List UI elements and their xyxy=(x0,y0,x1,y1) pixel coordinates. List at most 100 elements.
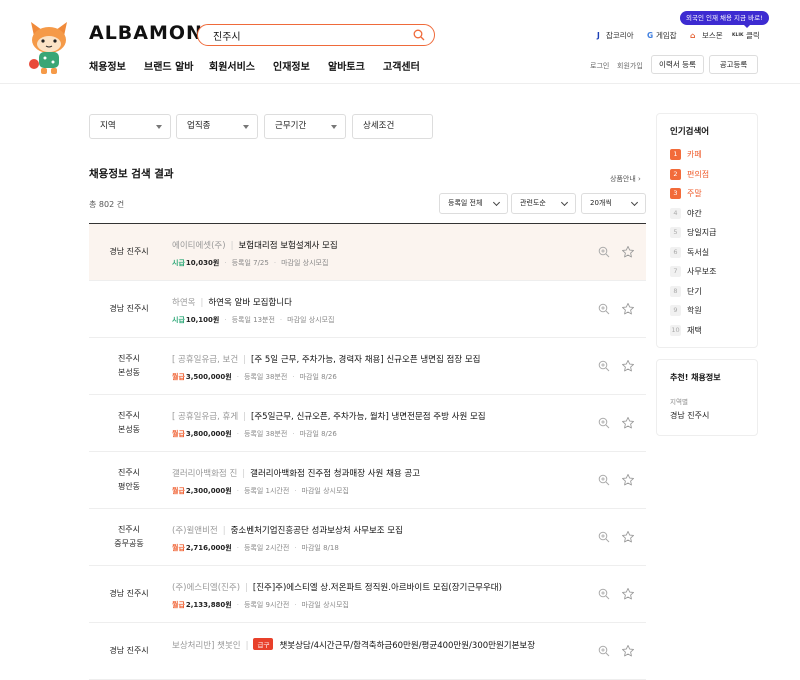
job-row[interactable]: 진주시 평안동 갤러리아백화점 진 | 갤러리아백화점 진주점 청과매장 사원 채용 … xyxy=(89,452,646,509)
star-icon[interactable] xyxy=(621,245,635,259)
recommend-region[interactable]: 경남 진주시 xyxy=(670,410,709,421)
popular-keyword[interactable]: 6 독서실 xyxy=(670,246,710,258)
popular-keyword[interactable]: 9 학원 xyxy=(670,305,702,316)
post-job-button[interactable]: 공고등록 xyxy=(709,55,758,74)
family-site-label: 보스몬 xyxy=(702,31,723,40)
zoom-in-icon[interactable] xyxy=(598,360,610,372)
job-row[interactable]: 경남 진주시 (주)에스티엘(진주) | [진주]주)에스티엘 상.저온파트 정직원.… xyxy=(89,566,646,623)
job-title[interactable]: 갤러리아백화점 진주점 청과매장 사원 채용 공고 xyxy=(250,469,420,479)
separator-dot: · xyxy=(294,487,297,495)
star-icon[interactable] xyxy=(621,359,635,373)
job-title[interactable]: [주5일근무, 신규오픈, 주차가능, 월차] 냉면전문점 주방 사원 모집 xyxy=(251,412,486,422)
pay-amount: 2,300,000원 xyxy=(185,487,232,495)
search-box[interactable] xyxy=(197,24,435,46)
job-company[interactable]: [ 공휴일유급, 보건 xyxy=(172,355,238,365)
filter-detail[interactable]: 상세조건 xyxy=(352,114,433,139)
search-icon[interactable] xyxy=(413,29,425,41)
job-title[interactable]: [주 5일 근무, 주차가능, 경력자 채용] 신규오픈 냉면집 점장 모집 xyxy=(251,355,480,365)
separator-dot: · xyxy=(292,373,295,381)
resume-register-button[interactable]: 이력서 등록 xyxy=(651,55,704,74)
popular-keyword[interactable]: 2 편의점 xyxy=(670,168,709,180)
family-site-bosson[interactable]: ⌂ 보스몬 xyxy=(690,30,723,41)
popular-keyword[interactable]: 5 당일지급 xyxy=(670,227,716,238)
popular-keyword[interactable]: 8 단기 xyxy=(670,285,702,297)
zoom-in-icon[interactable] xyxy=(598,417,610,429)
job-title[interactable]: [진주]주)에스티엘 상.저온파트 정직원.아르바이트 모집(장기근무우대) xyxy=(253,583,502,593)
star-icon[interactable] xyxy=(621,530,635,544)
separator-dot: · xyxy=(294,601,297,609)
foreign-hire-badge[interactable]: 외국인 인재 채용 지금 바로! xyxy=(680,11,769,28)
sort-page-size[interactable]: 20개씩 xyxy=(581,193,646,214)
separator-dot: · xyxy=(292,430,295,438)
star-icon[interactable] xyxy=(621,416,635,430)
keyword-label: 독서실 xyxy=(687,247,710,257)
popular-keyword[interactable]: 4 야간 xyxy=(670,207,702,219)
job-row[interactable]: 경남 진주시 하연옥 | 하연옥 알바 모집합니다 시급10,100원 · 등록일 13분전… xyxy=(89,281,646,338)
job-row[interactable]: 진주시 중무공동 (주)윌앤비전 | 중소벤처기업진흥공단 성과보상처 사무보조 모집… xyxy=(89,509,646,566)
recommend-title: 추천! 채용정보 xyxy=(670,373,721,382)
family-site-gamejob[interactable]: G 게임잡 xyxy=(647,30,677,41)
job-title[interactable]: 보험대리점 보험설계사 모집 xyxy=(238,241,337,251)
popular-keywords-panel: 인기검색어 1 카페 2 편의점 3 주말 4 야간 5 당일지급 6 독서실 7 사무보조 8 단기 9 학원 1… xyxy=(656,113,758,348)
job-company[interactable]: 보상처리반] 챗봇인 xyxy=(172,641,241,651)
separator-dot: · xyxy=(236,487,239,495)
job-company[interactable]: 갤러리아백화점 진 xyxy=(172,469,237,479)
job-row[interactable]: 경남 진주시 에이티에셋(주) | 보험대리점 보험설계사 모집 시급10,030원 · 등… xyxy=(89,224,646,281)
nav-item-brand[interactable]: 브랜드 알바 xyxy=(144,58,193,73)
login-link[interactable]: 로그인 xyxy=(590,61,609,71)
separator-dot: · xyxy=(236,430,239,438)
rank-number: 2 xyxy=(670,168,681,180)
keyword-label: 학원 xyxy=(687,306,702,315)
star-icon[interactable] xyxy=(621,644,635,658)
family-site-jobkorea[interactable]: J 잡코리아 xyxy=(597,30,634,41)
keyword-label: 재택 xyxy=(687,325,702,335)
filter-industry[interactable]: 업직종 xyxy=(176,114,258,139)
job-title[interactable]: 챗봇상담/4시간근무/합격축하금60만원/평균400만원/300만원기본보장 xyxy=(279,641,535,651)
job-company[interactable]: (주)윌앤비전 xyxy=(172,526,218,536)
nav-item-talk[interactable]: 알바토크 xyxy=(328,58,365,73)
zoom-in-icon[interactable] xyxy=(598,531,610,543)
star-icon[interactable] xyxy=(621,473,635,487)
job-title[interactable]: 하연옥 알바 모집합니다 xyxy=(208,298,292,308)
job-company[interactable]: (주)에스티엘(진주) xyxy=(172,583,240,593)
sort-date[interactable]: 등록일 전체 xyxy=(439,193,508,214)
zoom-in-icon[interactable] xyxy=(598,588,610,600)
nav-item-talent[interactable]: 인재정보 xyxy=(273,58,310,73)
product-info-link[interactable]: 상품안내 › xyxy=(610,174,641,184)
job-row[interactable]: 진주시 본성동 [ 공휴일유급, 보건 | [주 5일 근무, 주차가능, 경력자 채… xyxy=(89,338,646,395)
filter-label: 상세조건 xyxy=(363,121,395,131)
zoom-in-icon[interactable] xyxy=(598,246,610,258)
caret-down-icon xyxy=(243,125,249,129)
albamon-logo[interactable]: ALBAMON xyxy=(89,22,203,44)
search-input[interactable] xyxy=(213,27,403,43)
filter-region[interactable]: 지역 xyxy=(89,114,171,139)
star-icon[interactable] xyxy=(621,302,635,316)
zoom-in-icon[interactable] xyxy=(598,474,610,486)
registered-date: 등록일 13분전 xyxy=(231,316,275,324)
filter-period[interactable]: 근무기간 xyxy=(264,114,346,139)
popular-keyword[interactable]: 3 주말 xyxy=(670,188,702,199)
zoom-in-icon[interactable] xyxy=(598,303,610,315)
popular-keyword[interactable]: 7 사무보조 xyxy=(670,266,716,277)
zoom-in-icon[interactable] xyxy=(598,645,610,657)
job-title[interactable]: 중소벤처기업진흥공단 성과보상처 사무보조 모집 xyxy=(231,526,403,536)
divider: | xyxy=(200,298,204,308)
job-company[interactable]: 에이티에셋(주) xyxy=(172,241,226,251)
deadline-date: 마감일 상시모집 xyxy=(281,259,329,267)
popular-keyword[interactable]: 1 카페 xyxy=(670,149,702,160)
star-icon[interactable] xyxy=(621,587,635,601)
job-row[interactable]: 경남 진주시 보상처리반] 챗봇인 | 급구 챗봇상담/4시간근무/합격축하금60만원/… xyxy=(89,623,646,680)
popular-title: 인기검색어 xyxy=(670,127,710,137)
nav-item-member[interactable]: 회원서비스 xyxy=(209,58,255,73)
sort-order[interactable]: 관련도순 xyxy=(511,193,576,214)
popular-keyword[interactable]: 10 재택 xyxy=(670,324,702,336)
job-row[interactable]: 진주시 본성동 [ 공휴일유급, 휴게 | [주5일근무, 신규오픈, 주차가능, 월… xyxy=(89,395,646,452)
family-site-klik[interactable]: KLIK 클릭 xyxy=(732,30,760,41)
job-company[interactable]: 하연옥 xyxy=(172,298,195,308)
deadline-date: 마감일 8/26 xyxy=(299,430,337,438)
nav-item-jobs[interactable]: 채용정보 xyxy=(89,58,126,73)
job-company[interactable]: [ 공휴일유급, 휴게 xyxy=(172,412,238,422)
deadline-date: 마감일 상시모집 xyxy=(301,601,349,609)
join-link[interactable]: 회원가입 xyxy=(617,61,643,71)
nav-item-support[interactable]: 고객센터 xyxy=(383,58,420,73)
